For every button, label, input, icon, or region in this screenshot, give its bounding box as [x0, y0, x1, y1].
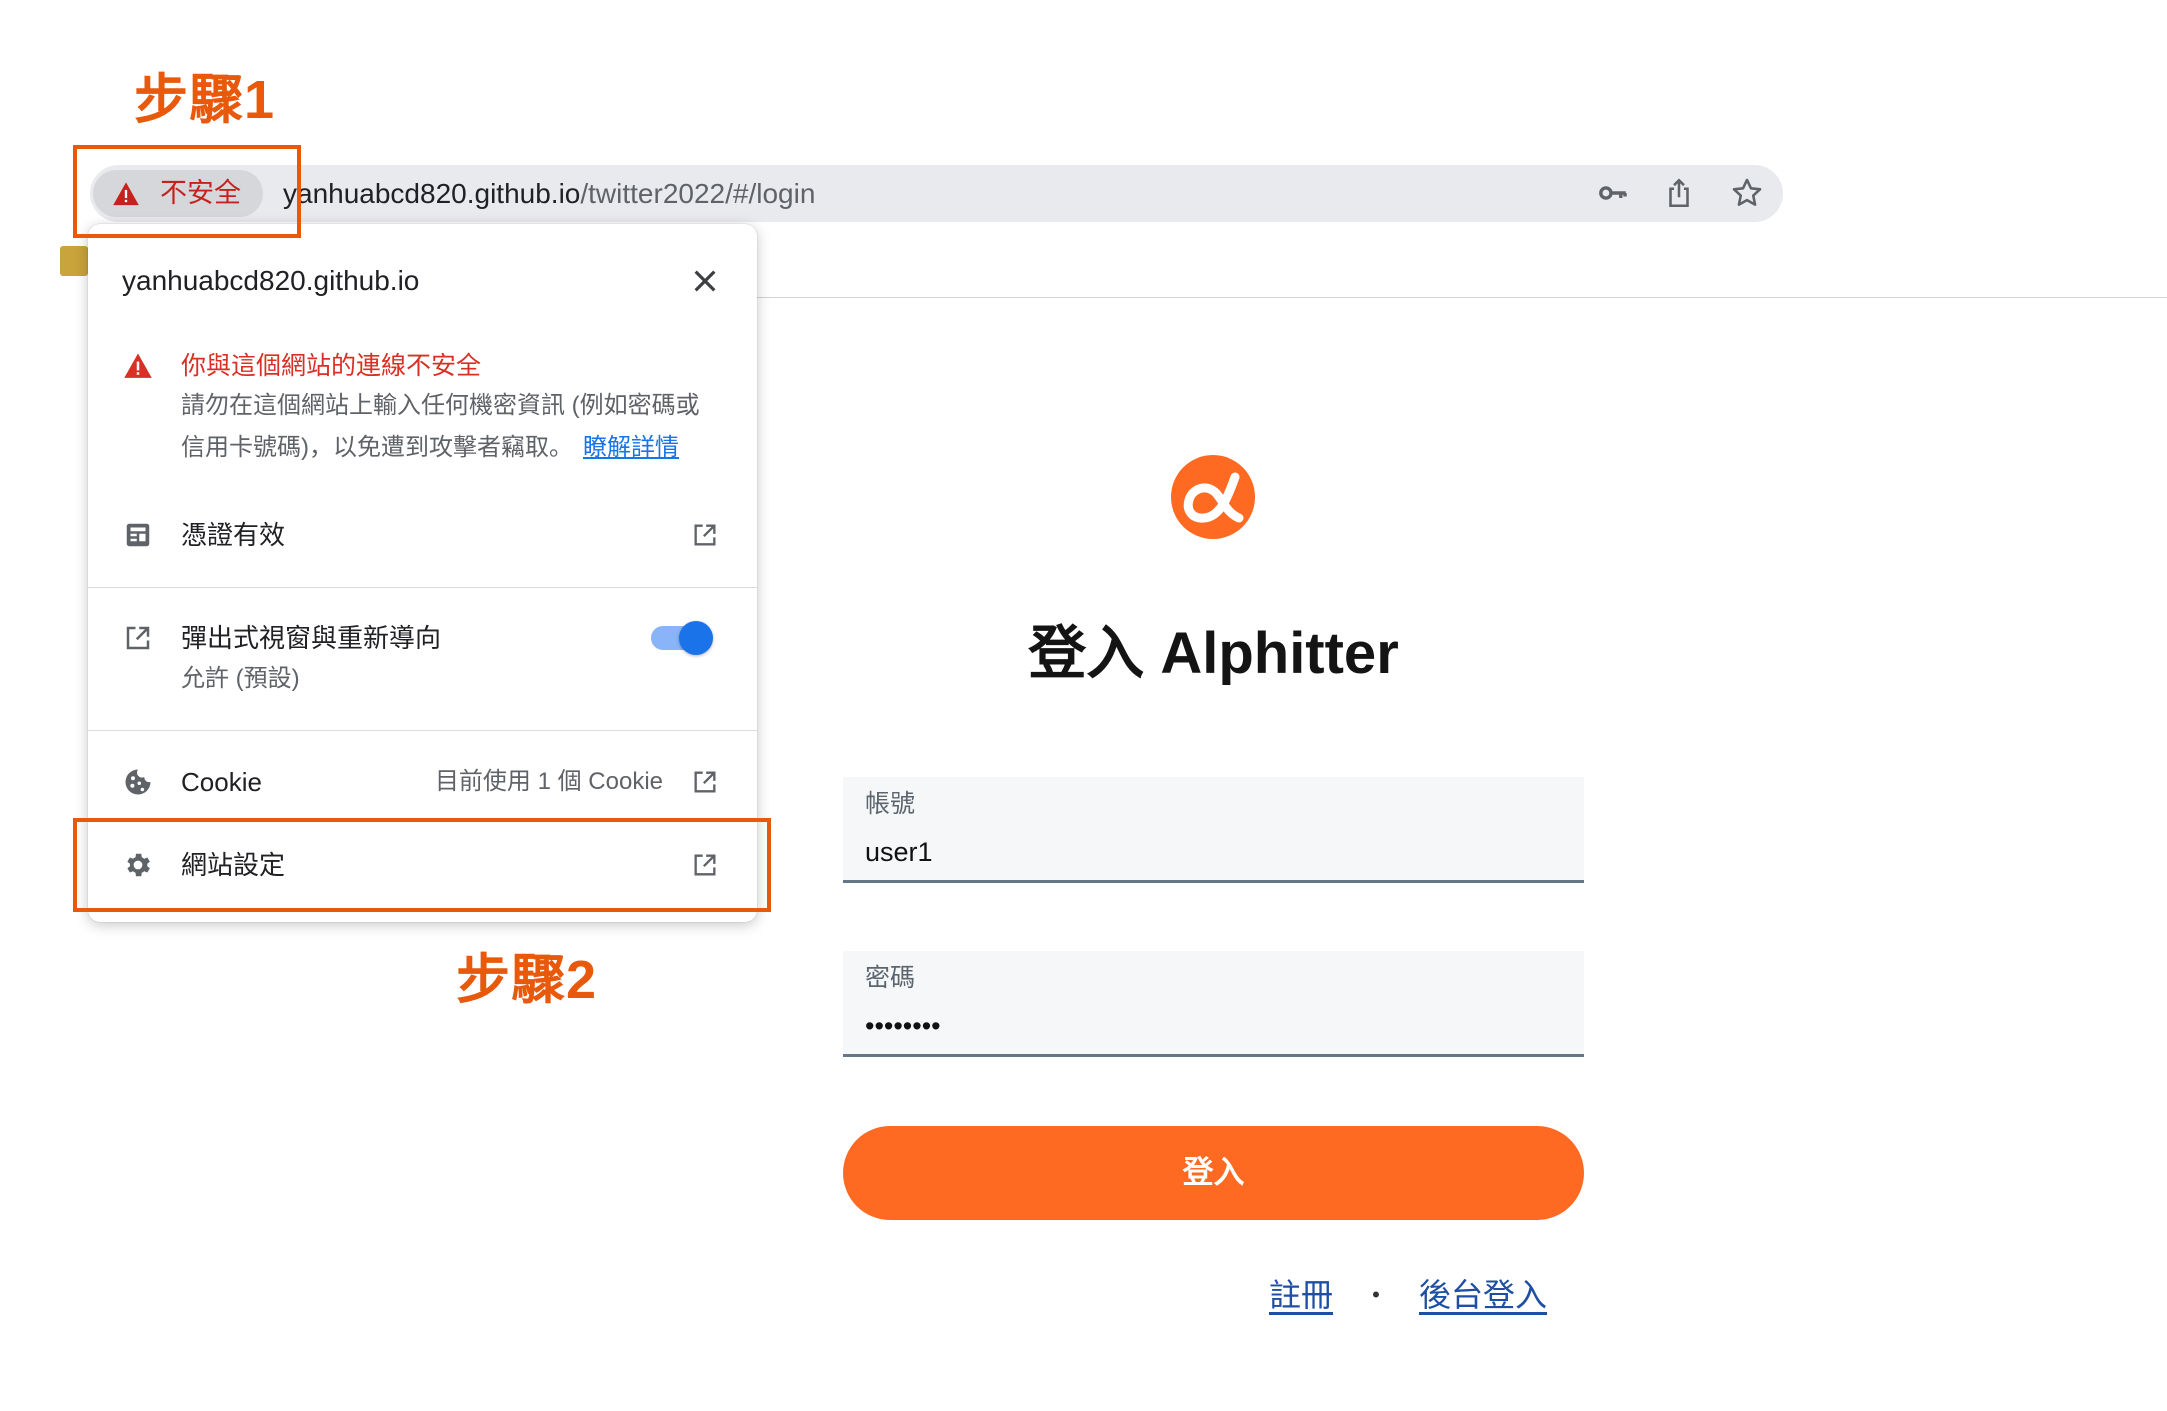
bookmark-favicon-icon[interactable]: [60, 246, 88, 276]
register-link[interactable]: 註冊: [1269, 1273, 1333, 1317]
popup-divider: [88, 730, 757, 731]
site-info-popup: yanhuabcd820.github.io 你與這個網站的連線不安全 請勿在這…: [88, 224, 757, 922]
learn-more-link[interactable]: 瞭解詳情: [583, 434, 679, 461]
cookie-status: 目前使用 1 個 Cookie: [434, 768, 663, 795]
login-button[interactable]: 登入: [843, 1126, 1584, 1220]
connection-warning-text-line1: 請勿在這個網站上輸入任何機密資訊 (例如密碼或: [181, 392, 700, 419]
warning-icon: [112, 180, 140, 208]
popups-redirects-toggle[interactable]: [651, 621, 713, 655]
certificate-icon: [123, 520, 153, 550]
share-icon[interactable]: [1662, 176, 1696, 210]
popup-site-host: yanhuabcd820.github.io: [122, 265, 420, 296]
url-path: /twitter2022/#/login: [580, 178, 816, 209]
alphitter-logo: [1171, 455, 1255, 539]
warning-icon: [123, 351, 153, 381]
star-icon[interactable]: [1730, 176, 1764, 210]
username-label: 帳號: [865, 790, 916, 818]
url-host: yanhuabcd820.github.io: [283, 178, 581, 209]
connection-warning-text-line2: 信用卡號碼)，以免遭到攻擊者竊取。 瞭解詳情: [181, 432, 679, 464]
popup-divider: [88, 587, 757, 588]
key-icon[interactable]: [1596, 176, 1630, 210]
close-icon[interactable]: [689, 265, 721, 297]
connection-warning-text-line2-content: 信用卡號碼)，以免遭到攻擊者竊取。: [181, 434, 573, 461]
gear-icon: [123, 850, 153, 880]
password-label: 密碼: [865, 964, 916, 992]
security-label: 不安全: [160, 178, 241, 208]
admin-login-link[interactable]: 後台登入: [1419, 1273, 1547, 1317]
open-in-new-icon: [123, 623, 153, 653]
link-separator: •: [1372, 1282, 1380, 1307]
address-bar[interactable]: 不安全 yanhuabcd820.github.io/twitter2022/#…: [90, 165, 1783, 222]
password-field[interactable]: 密碼: [843, 951, 1584, 1057]
page-title: 登入 Alphitter: [1028, 621, 1399, 686]
security-indicator-chip[interactable]: 不安全: [93, 170, 263, 217]
site-settings-item[interactable]: 網站設定: [181, 847, 285, 883]
popups-redirects-label: 彈出式視窗與重新導向: [181, 623, 442, 653]
external-link-icon[interactable]: [691, 521, 719, 549]
step2-annotation-label: 步驟2: [456, 950, 598, 1010]
popups-redirects-status: 允許 (預設): [181, 665, 300, 692]
cookie-item[interactable]: Cookie: [181, 764, 262, 800]
certificate-valid-item[interactable]: 憑證有效: [181, 517, 285, 553]
username-field[interactable]: 帳號: [843, 777, 1584, 883]
password-input[interactable]: [865, 1005, 1555, 1047]
toggle-knob: [679, 621, 713, 655]
connection-warning-title: 你與這個網站的連線不安全: [181, 352, 482, 380]
username-input[interactable]: [865, 831, 1555, 873]
step1-annotation-label: 步驟1: [134, 70, 276, 130]
url-text[interactable]: yanhuabcd820.github.io/twitter2022/#/log…: [283, 165, 815, 222]
toolbar-divider: [757, 297, 2167, 298]
external-link-icon[interactable]: [691, 851, 719, 879]
external-link-icon[interactable]: [691, 768, 719, 796]
cookie-icon: [123, 767, 153, 797]
